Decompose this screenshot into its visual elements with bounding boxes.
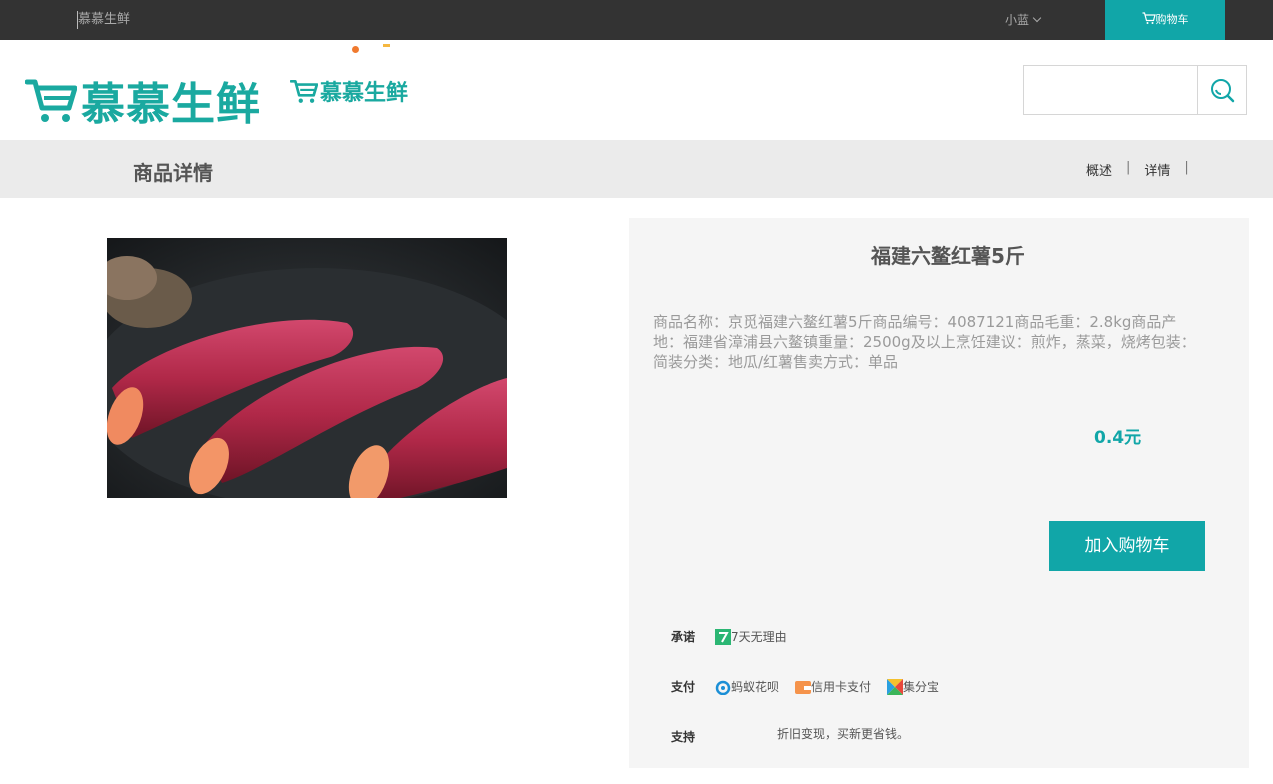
payment-label: 支付 (671, 680, 696, 694)
page-title: 商品详情 (133, 161, 213, 185)
payment-item-huabei: 蚂蚁花呗 (715, 678, 779, 695)
ant-huabei-icon (715, 680, 731, 695)
product-info-panel: 福建六鳌红薯5斤 商品名称：京觅福建六鳌红薯5斤商品编号：4087121商品毛重… (629, 218, 1249, 768)
site-logo-small[interactable]: 慕慕生鲜 (290, 76, 408, 106)
support-label: 支持 (671, 730, 696, 744)
promise-row: 承诺 7天无理由 (671, 628, 803, 645)
tab-details[interactable]: 详情 (1144, 160, 1170, 179)
promise-item: 7天无理由 (715, 628, 787, 645)
product-subnav: 商品详情 概述 | 详情 | (0, 140, 1273, 198)
cart-icon (1142, 12, 1156, 24)
product-image (107, 238, 507, 498)
product-price: 0.4元 (1094, 428, 1142, 448)
support-text: 折旧变现，买新更省钱。 (777, 727, 910, 741)
payment-text-jifenbao: 集分宝 (903, 680, 940, 694)
divider: | (1184, 160, 1189, 175)
promise-label: 承诺 (671, 630, 696, 644)
payment-text-huabei: 蚂蚁花呗 (731, 680, 780, 694)
product-description: 商品名称：京觅福建六鳌红薯5斤商品编号：4087121商品毛重：2.8kg商品产… (653, 313, 1196, 371)
product-name: 福建六鳌红薯5斤 (871, 244, 1025, 268)
payment-text-credit-card: 信用卡支付 (811, 680, 872, 694)
logo-text: 慕慕生鲜 (81, 78, 261, 130)
orange-dot (352, 46, 359, 53)
payment-item-jifenbao: 集分宝 (887, 678, 939, 695)
divider: | (1126, 160, 1131, 175)
credit-card-icon (795, 680, 812, 694)
search-icon (1211, 79, 1235, 103)
add-to-cart-button[interactable]: 加入购物车 (1049, 521, 1205, 571)
logo-text-small: 慕慕生鲜 (320, 81, 409, 106)
payment-row: 支付 蚂蚁花呗 信用卡支付 集分宝 (671, 678, 955, 695)
search-box (1023, 65, 1247, 115)
tab-overview[interactable]: 概述 (1086, 160, 1112, 179)
site-logo-large[interactable]: 慕慕生鲜 (25, 72, 261, 130)
search-button[interactable] (1197, 65, 1247, 115)
user-name: 小蓝 (1005, 13, 1030, 27)
promise-text: 7天无理由 (731, 630, 787, 644)
user-menu[interactable]: 小蓝 (1005, 11, 1042, 29)
cart-label: 购物车 (1155, 13, 1189, 26)
search-input[interactable] (1024, 66, 1197, 114)
yellow-dash (383, 44, 390, 47)
payment-item-credit-card: 信用卡支付 (795, 678, 871, 695)
cart-logo-icon (290, 79, 318, 103)
support-row: 支持 折旧变现，买新更省钱。 (671, 727, 925, 745)
chevron-down-icon (1032, 13, 1042, 23)
site-home-link[interactable]: 慕慕生鲜 (77, 11, 130, 29)
subnav-links: 概述 | 详情 | (1086, 160, 1203, 179)
cart-button[interactable]: 购物车 (1105, 0, 1225, 40)
cart-logo-icon (25, 79, 77, 122)
seven-day-icon (715, 628, 731, 645)
jifenbao-icon (887, 678, 904, 695)
top-bar: 慕慕生鲜 小蓝 购物车 (0, 0, 1273, 40)
